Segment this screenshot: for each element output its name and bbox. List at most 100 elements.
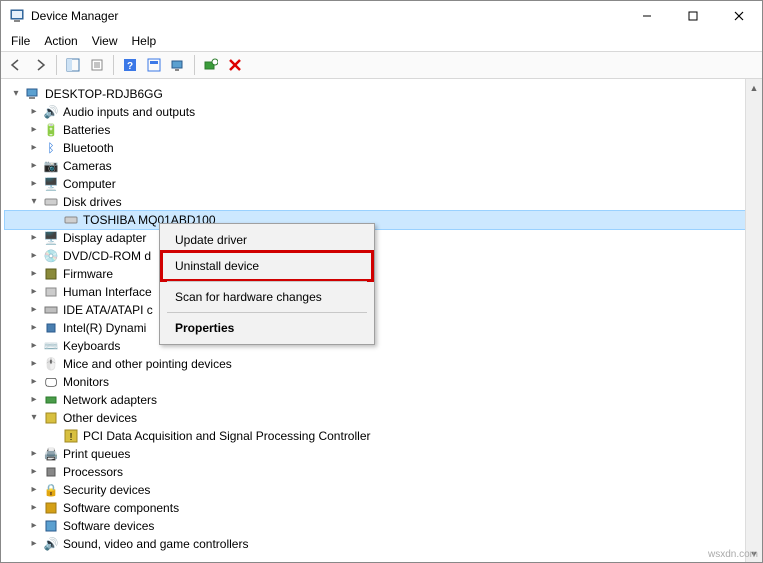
tree-node-intel[interactable]: ▸Intel(R) Dynami	[5, 319, 762, 337]
expand-icon[interactable]: ▸	[27, 303, 41, 317]
tree-node-other[interactable]: ▾ Other devices	[5, 409, 762, 427]
tree-node-disk-child[interactable]: TOSHIBA MQ01ABD100	[5, 211, 762, 229]
expand-icon[interactable]: ▸	[27, 537, 41, 551]
tree-node-ide[interactable]: ▸IDE ATA/ATAPI c	[5, 301, 762, 319]
tree-node-audio[interactable]: ▸🔊Audio inputs and outputs	[5, 103, 762, 121]
expand-icon[interactable]: ▸	[27, 321, 41, 335]
expand-icon[interactable]: ▸	[27, 231, 41, 245]
keyboard-icon: ⌨️	[43, 338, 59, 354]
node-label: Keyboards	[63, 337, 120, 355]
help-icon[interactable]: ?	[119, 54, 141, 76]
expand-icon[interactable]: ▸	[27, 501, 41, 515]
add-legacy-icon[interactable]	[200, 54, 222, 76]
svg-text:!: !	[70, 432, 73, 443]
tree-node-print[interactable]: ▸🖨️Print queues	[5, 445, 762, 463]
properties-icon[interactable]	[86, 54, 108, 76]
menu-properties[interactable]: Properties	[163, 315, 371, 341]
node-label: Security devices	[63, 481, 150, 499]
chip-icon	[43, 320, 59, 336]
tree-node-software-components[interactable]: ▸Software components	[5, 499, 762, 517]
node-label: Software devices	[63, 517, 154, 535]
toolbar-separator	[113, 55, 114, 75]
expand-icon[interactable]: ▸	[27, 357, 41, 371]
collapse-icon[interactable]: ▾	[27, 195, 41, 209]
collapse-icon[interactable]: ▾	[27, 411, 41, 425]
window-controls	[624, 1, 762, 31]
tree-node-network[interactable]: ▸Network adapters	[5, 391, 762, 409]
toolbar: ?	[1, 51, 762, 79]
tree-node-software-devices[interactable]: ▸ Software devices	[5, 517, 762, 535]
expand-icon[interactable]: ▸	[27, 267, 41, 281]
tree-node-display[interactable]: ▸🖥️Display adapter	[5, 229, 762, 247]
scroll-up-icon[interactable]: ▲	[746, 79, 762, 96]
expand-icon[interactable]: ▸	[27, 393, 41, 407]
action-icon[interactable]	[143, 54, 165, 76]
context-menu: Update driver Uninstall device Scan for …	[159, 223, 375, 345]
expand-icon[interactable]: ▸	[27, 375, 41, 389]
tree-node-bluetooth[interactable]: ▸ᛒBluetooth	[5, 139, 762, 157]
device-tree[interactable]: ▾ DESKTOP-RDJB6GG ▸🔊Audio inputs and out…	[1, 79, 762, 553]
expand-icon[interactable]: ▸	[27, 339, 41, 353]
menu-separator	[167, 281, 367, 282]
tree-node-security[interactable]: ▸🔒Security devices	[5, 481, 762, 499]
forward-button[interactable]	[29, 54, 51, 76]
collapse-icon[interactable]: ▾	[9, 87, 23, 101]
toolbar-separator	[194, 55, 195, 75]
expand-icon[interactable]: ▸	[27, 519, 41, 533]
tree-node-batteries[interactable]: ▸🔋Batteries	[5, 121, 762, 139]
display-icon: 🖥️	[43, 230, 59, 246]
ide-icon	[43, 302, 59, 318]
expand-icon[interactable]: ▸	[27, 159, 41, 173]
expand-icon[interactable]: ▸	[27, 483, 41, 497]
tree-node-processors[interactable]: ▸ Processors	[5, 463, 762, 481]
printer-icon: 🖨️	[43, 446, 59, 462]
expand-icon[interactable]: ▸	[27, 465, 41, 479]
minimize-button[interactable]	[624, 1, 670, 31]
audio-icon: 🔊	[43, 104, 59, 120]
expand-icon[interactable]: ▸	[27, 105, 41, 119]
titlebar: Device Manager	[1, 1, 762, 31]
disk-icon	[63, 212, 79, 228]
maximize-button[interactable]	[670, 1, 716, 31]
expand-icon[interactable]: ▸	[27, 177, 41, 191]
warning-icon: !	[63, 428, 79, 444]
expand-icon[interactable]: ▸	[27, 141, 41, 155]
expand-icon[interactable]: ▸	[27, 123, 41, 137]
expand-icon[interactable]: ▸	[27, 447, 41, 461]
tree-node-other-child[interactable]: !PCI Data Acquisition and Signal Process…	[5, 427, 762, 445]
menu-view[interactable]: View	[86, 32, 124, 50]
tree-node-hid[interactable]: ▸Human Interface	[5, 283, 762, 301]
pc-icon: 🖥️	[43, 176, 59, 192]
tree-node-firmware[interactable]: ▸Firmware	[5, 265, 762, 283]
tree-node-sound[interactable]: ▸🔊Sound, video and game controllers	[5, 535, 762, 553]
mouse-icon: 🖱️	[43, 356, 59, 372]
node-label: DVD/CD-ROM d	[63, 247, 151, 265]
tree-node-monitors[interactable]: ▸🖵Monitors	[5, 373, 762, 391]
sound-icon: 🔊	[43, 536, 59, 552]
back-button[interactable]	[5, 54, 27, 76]
expand-icon[interactable]: ▸	[27, 285, 41, 299]
node-label: Other devices	[63, 409, 137, 427]
node-label: Processors	[63, 463, 123, 481]
expander-spacer	[47, 213, 61, 227]
vertical-scrollbar[interactable]: ▲ ▼	[745, 79, 762, 562]
menu-uninstall-device[interactable]: Uninstall device	[160, 250, 374, 282]
tree-node-computer[interactable]: ▸🖥️Computer	[5, 175, 762, 193]
menu-file[interactable]: File	[5, 32, 36, 50]
tree-node-disk-drives[interactable]: ▾Disk drives	[5, 193, 762, 211]
tree-node-dvd[interactable]: ▸💿DVD/CD-ROM d	[5, 247, 762, 265]
close-button[interactable]	[716, 1, 762, 31]
menu-help[interactable]: Help	[126, 32, 163, 50]
tree-node-keyboards[interactable]: ▸⌨️Keyboards	[5, 337, 762, 355]
show-hide-console-tree-icon[interactable]	[62, 54, 84, 76]
bluetooth-icon: ᛒ	[43, 140, 59, 156]
uninstall-icon[interactable]	[224, 54, 246, 76]
menu-action[interactable]: Action	[38, 32, 83, 50]
tree-root[interactable]: ▾ DESKTOP-RDJB6GG	[5, 85, 762, 103]
expand-icon[interactable]: ▸	[27, 249, 41, 263]
scan-hardware-icon[interactable]	[167, 54, 189, 76]
menu-scan-hardware[interactable]: Scan for hardware changes	[163, 284, 371, 310]
tree-node-cameras[interactable]: ▸📷Cameras	[5, 157, 762, 175]
tree-node-mice[interactable]: ▸🖱️Mice and other pointing devices	[5, 355, 762, 373]
app-icon	[9, 8, 25, 24]
